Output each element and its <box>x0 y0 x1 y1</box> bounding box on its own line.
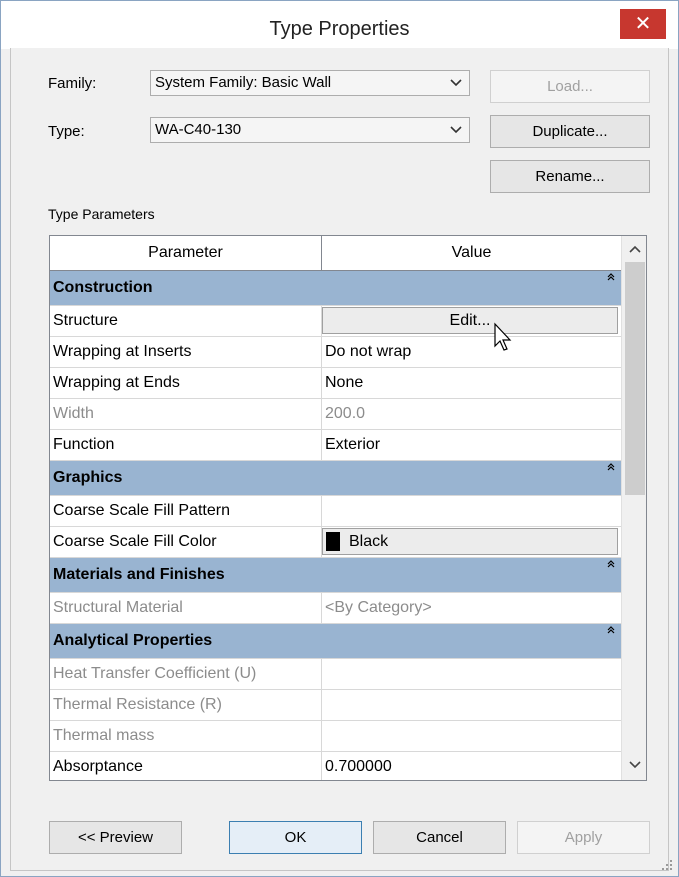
param-value: 200.0 <box>325 405 366 422</box>
param-value[interactable]: Exterior <box>322 430 621 460</box>
param-row-wrapping-inserts[interactable]: Wrapping at Inserts Do not wrap <box>50 337 621 368</box>
collapse-icon[interactable] <box>607 626 615 637</box>
collapse-icon[interactable] <box>607 560 615 571</box>
scroll-up-icon[interactable] <box>622 242 646 258</box>
param-row-width: Width 200.0 <box>50 399 621 430</box>
param-name: Structural Material <box>50 593 322 623</box>
type-parameters-grid: Parameter Value Construction Structure E… <box>49 235 647 781</box>
group-header-construction[interactable]: Construction <box>50 271 621 306</box>
structure-edit-button[interactable]: Edit... <box>322 307 618 334</box>
column-header-value[interactable]: Value <box>322 236 621 270</box>
param-value <box>322 690 621 720</box>
param-name: Absorptance <box>50 752 322 780</box>
param-value: <By Category> <box>325 599 432 616</box>
dialog-title: Type Properties <box>269 18 410 40</box>
group-label: Materials and Finishes <box>53 566 225 583</box>
param-value <box>322 721 621 751</box>
group-header-analytical[interactable]: Analytical Properties <box>50 624 621 659</box>
param-row-structure[interactable]: Structure Edit... <box>50 306 621 337</box>
collapse-icon[interactable] <box>607 463 615 474</box>
rename-button[interactable]: Rename... <box>490 160 650 193</box>
fill-color-value: Black <box>349 533 389 550</box>
type-label: Type: <box>48 123 85 140</box>
scroll-thumb[interactable] <box>625 262 645 495</box>
param-name: Thermal mass <box>50 721 322 751</box>
ok-button[interactable]: OK <box>229 821 362 854</box>
family-dropdown[interactable]: System Family: Basic Wall <box>150 70 470 96</box>
family-value: System Family: Basic Wall <box>155 74 332 91</box>
chevron-down-icon <box>449 71 463 95</box>
type-value: WA-C40-130 <box>155 121 242 138</box>
group-label: Graphics <box>53 469 123 486</box>
group-header-materials[interactable]: Materials and Finishes <box>50 558 621 593</box>
duplicate-button[interactable]: Duplicate... <box>490 115 650 148</box>
cancel-button[interactable]: Cancel <box>373 821 506 854</box>
param-row-function[interactable]: Function Exterior <box>50 430 621 461</box>
param-name: Wrapping at Ends <box>50 368 322 398</box>
column-header-parameter[interactable]: Parameter <box>50 236 322 270</box>
mouse-cursor-icon <box>494 322 512 351</box>
scroll-down-icon[interactable] <box>622 758 646 774</box>
color-swatch <box>326 532 340 551</box>
param-row-absorptance[interactable]: Absorptance 0.700000 <box>50 752 621 780</box>
param-row-heat-transfer: Heat Transfer Coefficient (U) <box>50 659 621 690</box>
param-name: Heat Transfer Coefficient (U) <box>50 659 322 689</box>
grid-header: Parameter Value <box>50 236 621 271</box>
param-row-structural-material: Structural Material <By Category> <box>50 593 621 624</box>
param-row-thermal-resistance: Thermal Resistance (R) <box>50 690 621 721</box>
resize-grip-icon[interactable] <box>661 859 673 871</box>
param-value[interactable]: None <box>322 368 621 398</box>
group-label: Construction <box>53 279 153 296</box>
group-header-graphics[interactable]: Graphics <box>50 461 621 496</box>
param-name: Width <box>50 399 322 429</box>
param-name: Thermal Resistance (R) <box>50 690 322 720</box>
param-row-coarse-fill-pattern[interactable]: Coarse Scale Fill Pattern <box>50 496 621 527</box>
preview-button[interactable]: << Preview <box>49 821 182 854</box>
param-name: Function <box>50 430 322 460</box>
fill-color-button[interactable]: Black <box>322 528 618 555</box>
param-row-wrapping-ends[interactable]: Wrapping at Ends None <box>50 368 621 399</box>
group-label: Analytical Properties <box>53 632 213 649</box>
param-row-thermal-mass: Thermal mass <box>50 721 621 752</box>
load-button[interactable]: Load... <box>490 70 650 103</box>
param-name: Structure <box>50 306 322 336</box>
collapse-icon[interactable] <box>607 273 615 284</box>
type-dropdown[interactable]: WA-C40-130 <box>150 117 470 143</box>
param-value[interactable]: Do not wrap <box>322 337 621 367</box>
close-button[interactable]: ✕ <box>620 9 666 39</box>
param-name: Wrapping at Inserts <box>50 337 322 367</box>
param-name: Coarse Scale Fill Color <box>50 527 322 557</box>
family-label: Family: <box>48 75 97 92</box>
type-parameters-label: Type Parameters <box>48 206 155 222</box>
chevron-down-icon <box>449 118 463 142</box>
param-name: Coarse Scale Fill Pattern <box>50 496 322 526</box>
param-value[interactable] <box>322 496 621 526</box>
title-bar[interactable]: Type Properties ✕ <box>1 1 678 49</box>
apply-button[interactable]: Apply <box>517 821 650 854</box>
grid-scrollbar[interactable] <box>621 236 646 780</box>
grid-rows: Construction Structure Edit... Wrapping … <box>50 271 621 780</box>
param-value[interactable]: 0.700000 <box>322 752 621 780</box>
param-value <box>322 659 621 689</box>
param-row-coarse-fill-color[interactable]: Coarse Scale Fill Color Black <box>50 527 621 558</box>
